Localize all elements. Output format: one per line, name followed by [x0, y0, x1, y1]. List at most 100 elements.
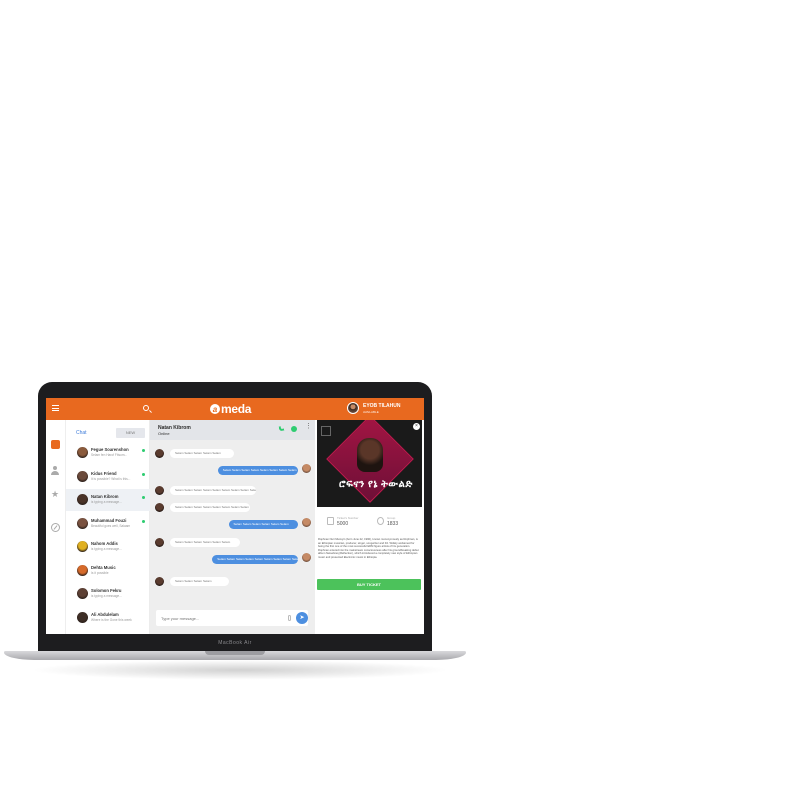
avatar: [155, 577, 164, 586]
avatar[interactable]: [347, 402, 359, 414]
contact-preview: is typing a message...: [91, 500, 122, 504]
contact-name: Ali Abdulelam: [91, 611, 119, 617]
avatar: [302, 464, 311, 473]
list-item[interactable]: Solomon Fekru is typing a message...: [66, 583, 150, 605]
outgoing-message: Selam Selam Selam Selam Selam Selam Sela…: [212, 555, 298, 564]
ticket-label: Ticket's Number: [337, 516, 359, 520]
list-item[interactable]: Natan Kibrom is typing a message...: [66, 489, 150, 511]
avatar: [77, 447, 88, 458]
online-indicator: [142, 519, 145, 523]
incoming-message: Selam Selam Selam Selam Selam Selam Sela…: [170, 486, 256, 495]
avatar: [302, 518, 311, 527]
incoming-message: Selam Selam Selam Selam Selam Selam Sela…: [170, 503, 251, 512]
contact-name: Natan Kibrom: [91, 494, 119, 499]
user-name: EYOB TILAHUN: [363, 403, 401, 409]
list-item[interactable]: Ali Abdulelam Where is the Gone this week: [66, 607, 150, 629]
tab-chat[interactable]: Chat: [76, 430, 87, 436]
user-status: AVAILABLE: [363, 410, 379, 414]
event-description: Rophnan Nuri Muzeyin (born June 22, 1990…: [318, 538, 419, 559]
avatar: [77, 588, 88, 599]
contact-preview: is typing a message...: [91, 547, 122, 551]
avatar: [155, 538, 164, 547]
outgoing-message: Selam Selam Selam Selam Selam Selam: [228, 520, 298, 529]
incoming-message: Selam Selam Selam Selam: [170, 577, 229, 586]
tab-new[interactable]: NEW: [116, 428, 145, 438]
list-item[interactable]: Kidus Friend It is possible? What is this…: [66, 466, 150, 488]
app-screen: a meda EYOB TILAHUN AVAILABLE ★ Chat NEW…: [46, 398, 424, 634]
list-item[interactable]: Fegue Soarenshon Selam fen Harof Fitsum..…: [66, 442, 150, 464]
contact-name: Nahom Addis: [91, 541, 118, 546]
contact-name: Fegue Soarenshon: [91, 447, 129, 452]
avatar: [155, 449, 164, 458]
phone-icon[interactable]: [278, 425, 285, 432]
poster-artist-image: [357, 438, 383, 472]
laptop-shadow: [30, 660, 450, 680]
contact-preview: Selam fen Harof Fitsum...: [91, 453, 128, 457]
compass-icon[interactable]: [51, 523, 60, 532]
contact-preview: Is it possible: [91, 570, 109, 575]
event-poster: × ሮፍናን የኔ ትውልድ: [317, 420, 422, 507]
more-icon[interactable]: ⋮: [305, 423, 312, 433]
conversation-panel: Natan Kibrom Online ⋮ Selam Selam Selam …: [150, 420, 315, 634]
list-item[interactable]: Muhammad Fouzi Beautiful goes well, Salaa…: [66, 513, 150, 535]
buy-ticket-button[interactable]: BUY TICKET: [317, 579, 421, 590]
video-icon[interactable]: [291, 426, 297, 432]
avatar: [155, 503, 164, 512]
ticket-icon: [327, 517, 334, 525]
group-stat: Group 1833: [375, 513, 420, 531]
attach-icon[interactable]: [288, 615, 291, 621]
logo-mark-icon: a: [210, 404, 220, 414]
contact-name: Muhammad Fouzi: [91, 517, 127, 523]
contact-name: Solomon Fekru: [91, 588, 122, 593]
avatar: [77, 564, 88, 576]
search-icon[interactable]: [143, 405, 149, 411]
send-button[interactable]: ➤: [296, 612, 308, 624]
scene: MacBook Air a meda EYOB TILAHUN AVAILABL…: [0, 0, 800, 800]
contact-preview: Beautiful goes well, Salaam: [91, 523, 131, 528]
group-value: 1833: [387, 521, 399, 527]
app-logo: a meda: [210, 402, 251, 416]
contact-name: Kidus Friend: [91, 470, 117, 476]
list-item[interactable]: Nahom Addis is typing a message...: [66, 536, 150, 558]
top-bar: a meda EYOB TILAHUN AVAILABLE: [46, 398, 424, 420]
group-label: Group: [387, 516, 396, 520]
conversation-status: Online: [158, 431, 170, 436]
star-icon[interactable]: ★: [51, 490, 60, 499]
compose-bar: ➤: [156, 610, 308, 626]
group-icon: [377, 517, 384, 525]
avatar: [77, 494, 88, 505]
avatar: [302, 553, 311, 562]
app-title: meda: [221, 402, 252, 416]
contact-name: Dehta Music: [91, 564, 116, 570]
contacts-icon[interactable]: [51, 466, 60, 475]
online-indicator: [142, 472, 145, 476]
conversation-header: Natan Kibrom Online ⋮: [150, 420, 315, 440]
list-item[interactable]: Dehta Music Is it possible: [66, 560, 150, 582]
contact-preview: It is possible? What is this...: [91, 476, 131, 481]
ticket-value: 5000: [337, 521, 349, 527]
avatar: [77, 611, 88, 623]
laptop-brand: MacBook Air: [218, 640, 252, 646]
message-input[interactable]: [161, 614, 271, 622]
event-panel: × ሮፍናን የኔ ትውልድ Ticket's Number 5000 Grou…: [315, 420, 424, 634]
online-indicator: [142, 449, 145, 452]
laptop-notch: [205, 651, 265, 655]
poster-logo-icon: [321, 426, 331, 436]
incoming-message: Selam Selam Selam Selam Selam: [170, 449, 235, 458]
avatar: [77, 470, 88, 482]
avatar: [155, 486, 164, 495]
incoming-message: Selam Selam Selam Selam Selam Selam: [170, 538, 240, 547]
outgoing-message: Selam Selam Selam Selam Selam Selam Sela…: [217, 466, 298, 475]
chat-list: Chat NEW Fegue Soarenshon Selam fen Harof…: [66, 420, 150, 634]
chat-tabs: Chat NEW: [66, 428, 150, 439]
ticket-stat: Ticket's Number 5000: [325, 513, 370, 531]
menu-icon[interactable]: [52, 405, 59, 411]
online-indicator: [142, 496, 145, 499]
contact-preview: is typing a message...: [91, 594, 122, 598]
avatar: [77, 517, 88, 529]
chat-icon[interactable]: [51, 440, 60, 449]
icon-rail: ★: [46, 420, 66, 634]
avatar: [77, 541, 88, 552]
poster-title: ሮፍናን የኔ ትውልድ: [339, 479, 413, 490]
close-icon[interactable]: ×: [413, 423, 420, 430]
